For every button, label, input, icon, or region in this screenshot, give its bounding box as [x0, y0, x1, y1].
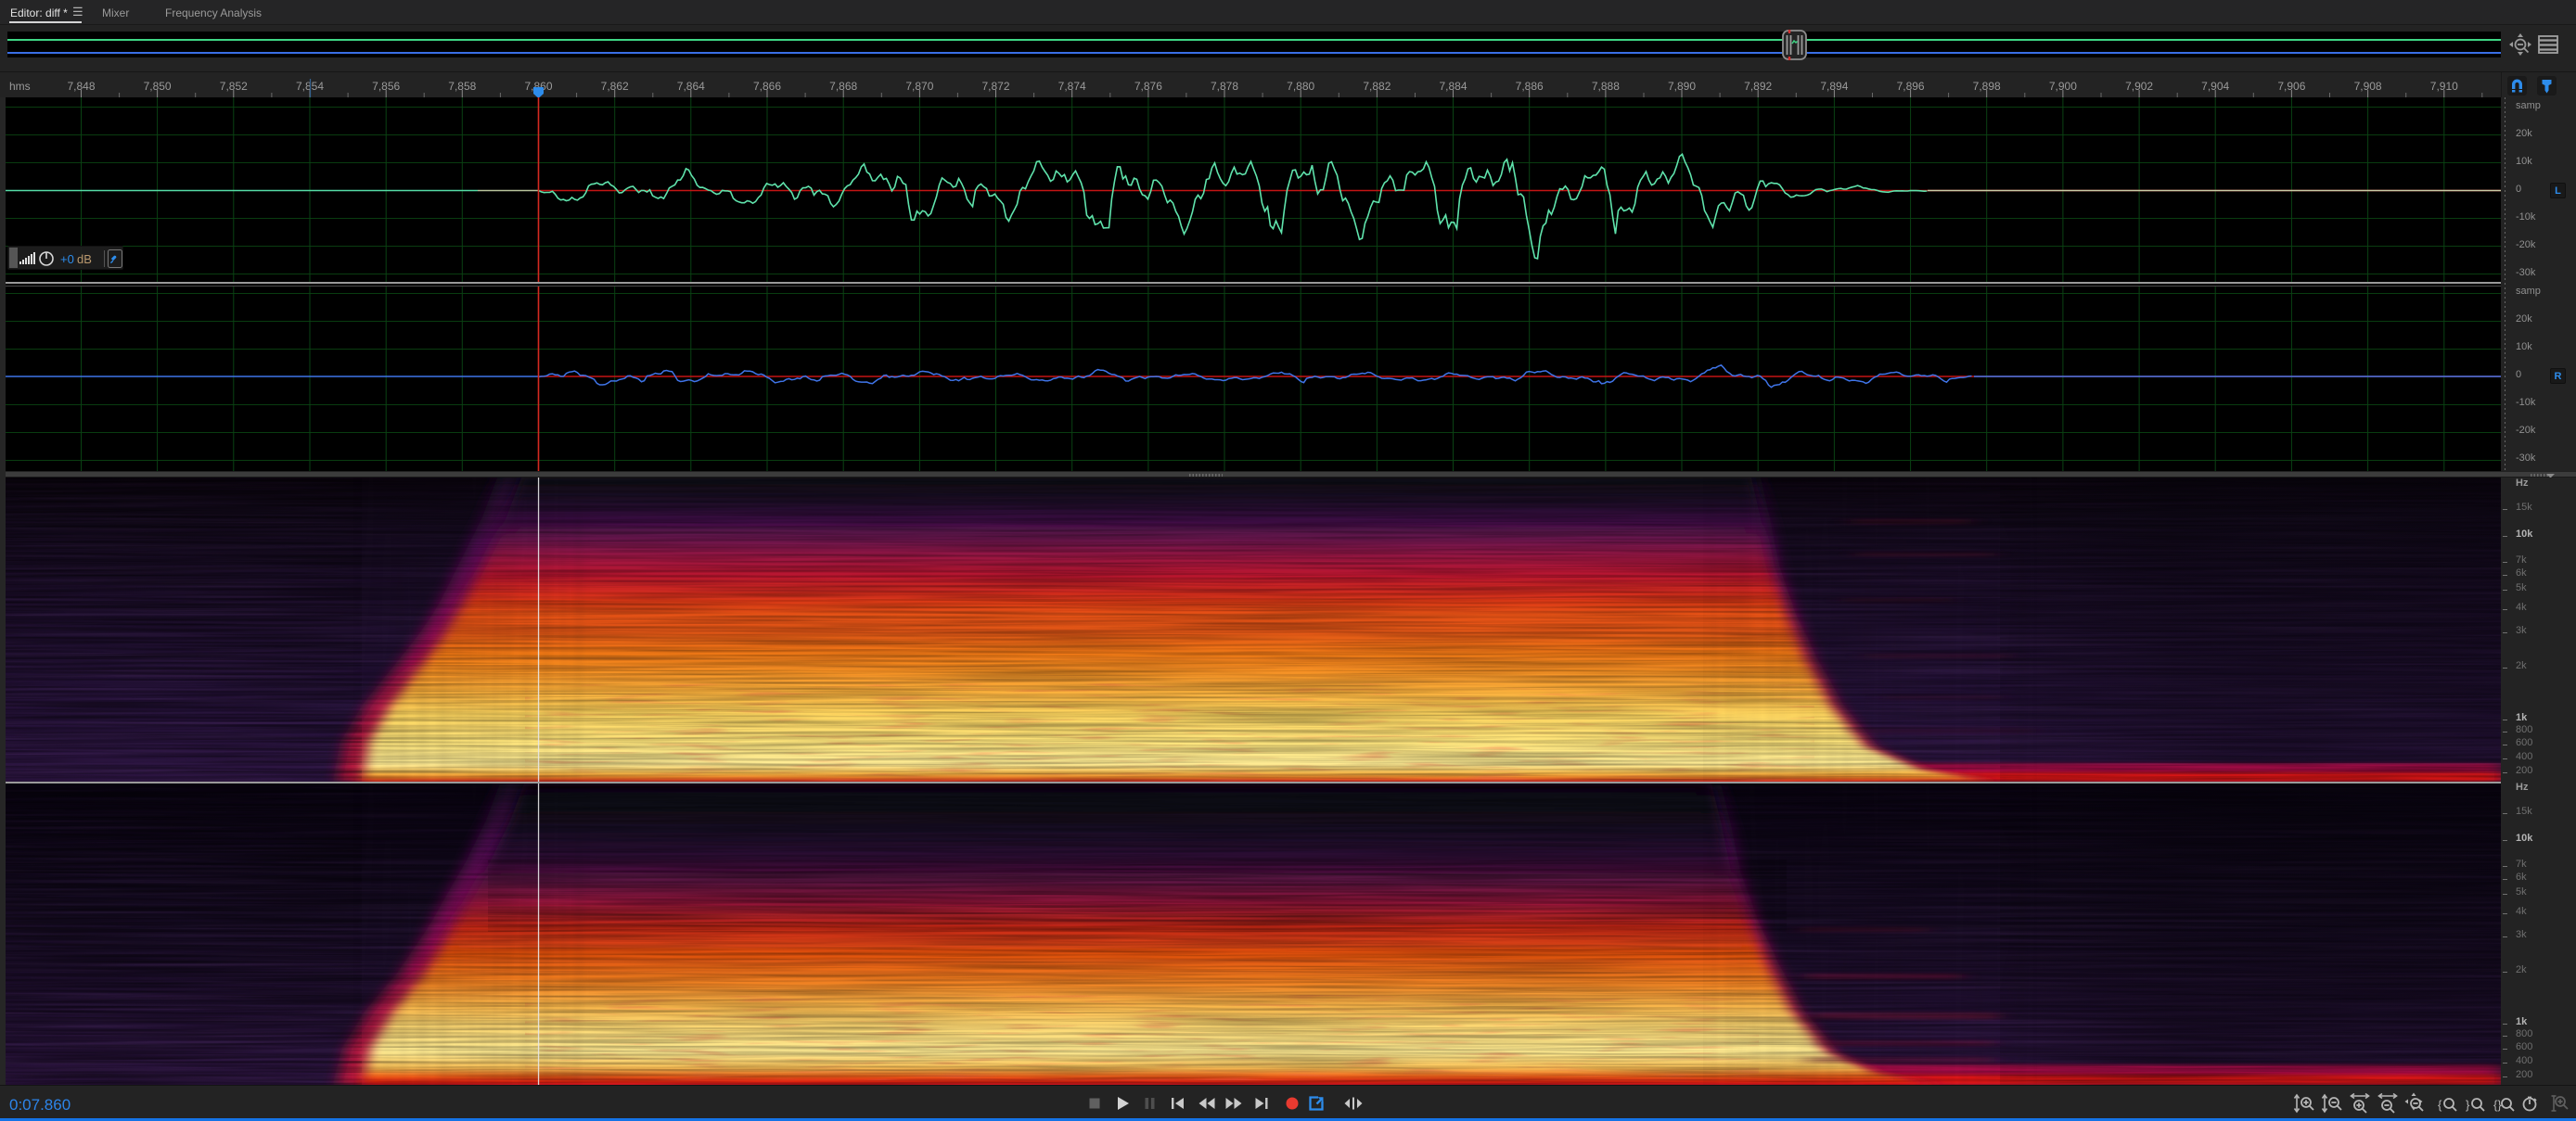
svg-text:hms: hms [9, 80, 31, 93]
